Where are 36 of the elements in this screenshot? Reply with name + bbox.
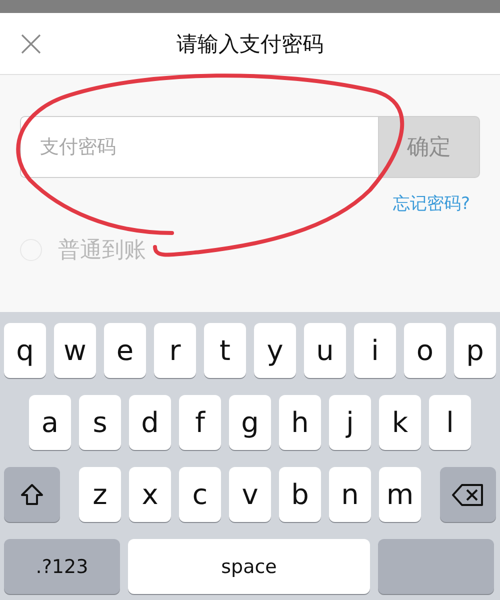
shift-arrow-icon (19, 482, 45, 508)
key[interactable]: x (129, 467, 171, 522)
key[interactable]: h (279, 395, 321, 450)
key[interactable]: c (179, 467, 221, 522)
key[interactable]: g (229, 395, 271, 450)
space-key[interactable]: space (128, 539, 370, 594)
key[interactable]: s (79, 395, 121, 450)
key[interactable]: f (179, 395, 221, 450)
key[interactable]: y (254, 323, 296, 378)
key[interactable]: d (129, 395, 171, 450)
key[interactable]: v (229, 467, 271, 522)
dialog-title: 请输入支付密码 (176, 30, 324, 58)
delete-key[interactable] (440, 467, 496, 522)
key[interactable]: z (79, 467, 121, 522)
key[interactable]: b (279, 467, 321, 522)
key[interactable]: w (54, 323, 96, 378)
key[interactable]: p (454, 323, 496, 378)
key[interactable]: t (204, 323, 246, 378)
key[interactable]: j (329, 395, 371, 450)
option-label: 普通到账 (58, 237, 146, 265)
key[interactable]: u (304, 323, 346, 378)
password-field[interactable]: 支付密码 (20, 116, 378, 178)
key[interactable]: l (429, 395, 471, 450)
key[interactable]: m (379, 467, 421, 522)
key[interactable]: i (354, 323, 396, 378)
close-icon[interactable] (21, 34, 41, 54)
shift-key[interactable] (4, 467, 60, 522)
key[interactable]: q (4, 323, 46, 378)
key[interactable]: e (104, 323, 146, 378)
key[interactable]: r (154, 323, 196, 378)
backspace-icon (452, 482, 484, 506)
key[interactable]: o (404, 323, 446, 378)
key[interactable]: a (29, 395, 71, 450)
numbers-key[interactable]: .?123 (4, 539, 120, 594)
key[interactable]: k (379, 395, 421, 450)
key[interactable]: n (329, 467, 371, 522)
